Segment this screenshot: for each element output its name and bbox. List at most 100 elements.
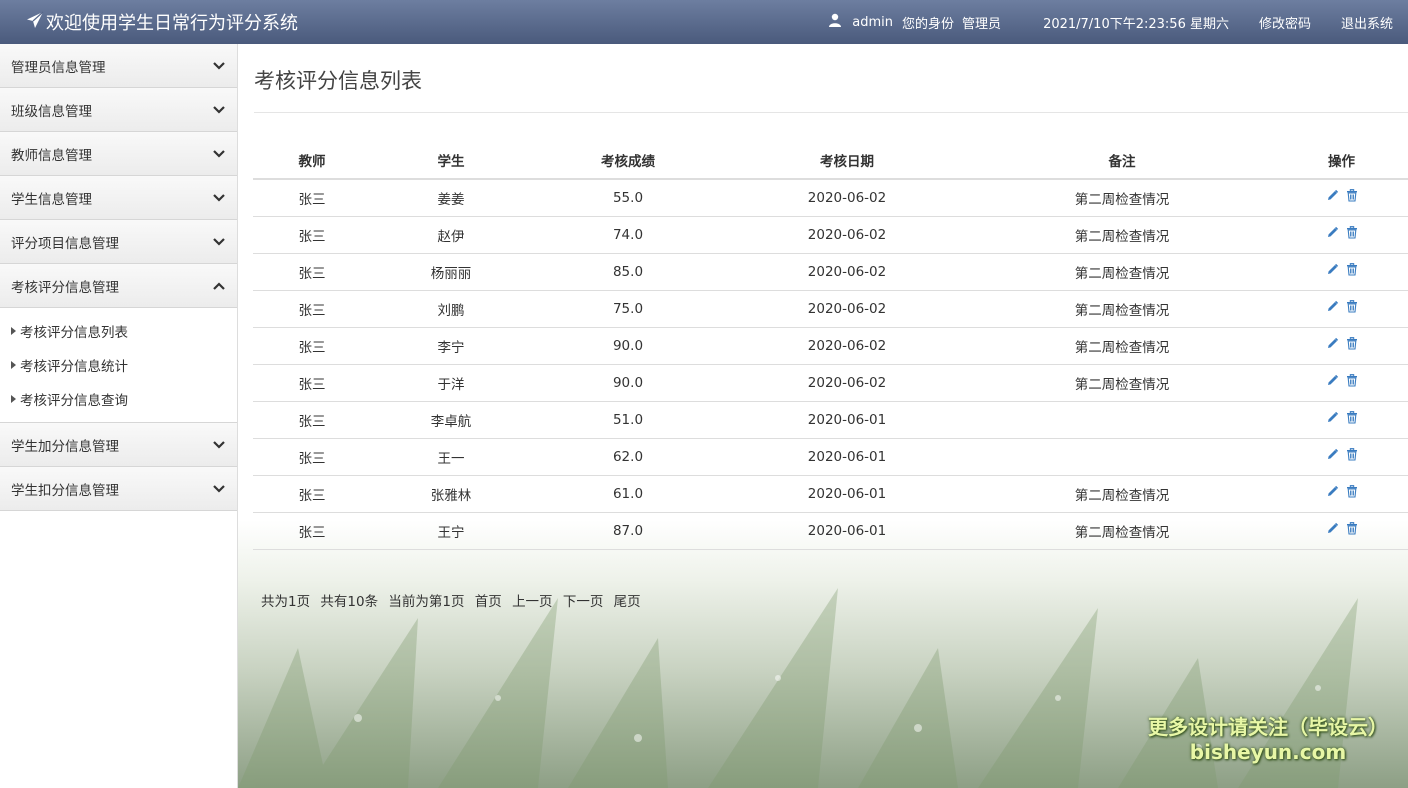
table-row: 张三 姜姜 55.0 2020-06-02 第二周检查情况: [253, 179, 1408, 217]
cell-actions: [1275, 179, 1408, 217]
chevron-down-icon: [213, 234, 225, 250]
pager-total-items: 共有10条: [320, 594, 379, 610]
cell-teacher: 张三: [253, 253, 371, 291]
menu-group-admin[interactable]: 管理员信息管理: [0, 44, 237, 88]
cell-student: 张雅林: [371, 475, 531, 513]
trash-icon[interactable]: [1346, 189, 1358, 202]
chevron-down-icon: [213, 481, 225, 497]
cell-date: 2020-06-01: [725, 512, 969, 550]
chevron-down-icon: [213, 146, 225, 162]
table-header-row: 教师 学生 考核成绩 考核日期 备注 操作: [253, 141, 1408, 180]
pencil-icon[interactable]: [1326, 263, 1339, 276]
watermark-line1: 更多设计请关注（毕设云）: [1148, 715, 1388, 739]
cell-actions: [1275, 438, 1408, 476]
cell-teacher: 张三: [253, 364, 371, 402]
pencil-icon[interactable]: [1326, 485, 1339, 498]
page-title: 考核评分信息列表: [254, 69, 422, 93]
current-datetime: 2021/7/10下午2:23:56 星期六: [1043, 16, 1229, 32]
submenu-item-label: 考核评分信息查询: [20, 393, 128, 409]
cell-teacher: 张三: [253, 327, 371, 365]
column-header-score: 考核成绩: [531, 141, 725, 180]
cell-actions: [1275, 364, 1408, 402]
cell-student: 王宁: [371, 512, 531, 550]
role-value: 管理员: [962, 16, 1002, 32]
title-divider: [254, 112, 1408, 113]
current-user: admin: [852, 14, 894, 30]
cell-actions: [1275, 216, 1408, 254]
cell-score: 51.0: [531, 401, 725, 439]
cell-date: 2020-06-02: [725, 216, 969, 254]
chevron-up-icon: [213, 278, 225, 294]
column-header-actions: 操作: [1275, 141, 1408, 180]
submenu-item-assessment-list[interactable]: 考核评分信息列表: [0, 314, 237, 348]
pencil-icon[interactable]: [1326, 300, 1339, 313]
pencil-icon[interactable]: [1326, 374, 1339, 387]
pencil-icon[interactable]: [1326, 448, 1339, 461]
cell-teacher: 张三: [253, 401, 371, 439]
pager-prev-link[interactable]: 上一页: [512, 594, 553, 610]
cell-remark: 第二周检查情况: [969, 512, 1275, 550]
pager-next-link[interactable]: 下一页: [563, 594, 604, 610]
trash-icon[interactable]: [1346, 300, 1358, 313]
cell-actions: [1275, 253, 1408, 291]
menu-group-assessment[interactable]: 考核评分信息管理: [0, 264, 237, 308]
menu-group-score-item[interactable]: 评分项目信息管理: [0, 220, 237, 264]
cell-student: 杨丽丽: [371, 253, 531, 291]
pencil-icon[interactable]: [1326, 411, 1339, 424]
cell-student: 赵伊: [371, 216, 531, 254]
cell-score: 74.0: [531, 216, 725, 254]
pencil-icon[interactable]: [1326, 337, 1339, 350]
column-header-remark: 备注: [969, 141, 1275, 180]
cell-date: 2020-06-02: [725, 327, 969, 365]
trash-icon[interactable]: [1346, 411, 1358, 424]
trash-icon[interactable]: [1346, 263, 1358, 276]
watermark: 更多设计请关注（毕设云） bisheyun.com: [1148, 711, 1388, 764]
cell-score: 90.0: [531, 364, 725, 402]
menu-group-teacher[interactable]: 教师信息管理: [0, 132, 237, 176]
pencil-icon[interactable]: [1326, 226, 1339, 239]
caret-right-icon: [11, 327, 16, 335]
cell-teacher: 张三: [253, 512, 371, 550]
cell-teacher: 张三: [253, 179, 371, 217]
cell-score: 75.0: [531, 290, 725, 328]
cell-actions: [1275, 475, 1408, 513]
cell-student: 于洋: [371, 364, 531, 402]
table-row: 张三 张雅林 61.0 2020-06-01 第二周检查情况: [253, 475, 1408, 513]
table-row: 张三 于洋 90.0 2020-06-02 第二周检查情况: [253, 364, 1408, 402]
menu-group-deduction[interactable]: 学生扣分信息管理: [0, 467, 237, 511]
main-content: 考核评分信息列表 教师 学生 考核成绩 考核日期 备注 操作 张三 姜姜 55.0 2…: [238, 44, 1408, 788]
trash-icon[interactable]: [1346, 337, 1358, 350]
cell-date: 2020-06-01: [725, 475, 969, 513]
change-password-link[interactable]: 修改密码: [1259, 13, 1311, 32]
chevron-down-icon: [213, 58, 225, 74]
menu-group-label: 班级信息管理: [11, 103, 92, 120]
chevron-down-icon: [213, 437, 225, 453]
pager-last-link[interactable]: 尾页: [614, 594, 641, 610]
trash-icon[interactable]: [1346, 374, 1358, 387]
submenu-item-assessment-query[interactable]: 考核评分信息查询: [0, 382, 237, 416]
app-brand: 欢迎使用学生日常行为评分系统: [26, 9, 298, 35]
submenu-item-assessment-stats[interactable]: 考核评分信息统计: [0, 348, 237, 382]
menu-group-class[interactable]: 班级信息管理: [0, 88, 237, 132]
table-row: 张三 李宁 90.0 2020-06-02 第二周检查情况: [253, 327, 1408, 365]
cell-date: 2020-06-02: [725, 253, 969, 291]
menu-group-label: 考核评分信息管理: [11, 279, 119, 296]
caret-right-icon: [11, 395, 16, 403]
menu-group-bonus[interactable]: 学生加分信息管理: [0, 423, 237, 467]
pencil-icon[interactable]: [1326, 189, 1339, 202]
pencil-icon[interactable]: [1326, 522, 1339, 535]
trash-icon[interactable]: [1346, 522, 1358, 535]
logout-link[interactable]: 退出系统: [1341, 13, 1393, 32]
cell-score: 90.0: [531, 327, 725, 365]
trash-icon[interactable]: [1346, 448, 1358, 461]
menu-group-label: 管理员信息管理: [11, 59, 106, 76]
pager-first-link[interactable]: 首页: [475, 594, 502, 610]
table-row: 张三 刘鹏 75.0 2020-06-02 第二周检查情况: [253, 290, 1408, 328]
cell-date: 2020-06-02: [725, 290, 969, 328]
trash-icon[interactable]: [1346, 226, 1358, 239]
menu-group-student[interactable]: 学生信息管理: [0, 176, 237, 220]
user-icon: [828, 13, 842, 31]
cell-student: 姜姜: [371, 179, 531, 217]
cell-actions: [1275, 401, 1408, 439]
trash-icon[interactable]: [1346, 485, 1358, 498]
